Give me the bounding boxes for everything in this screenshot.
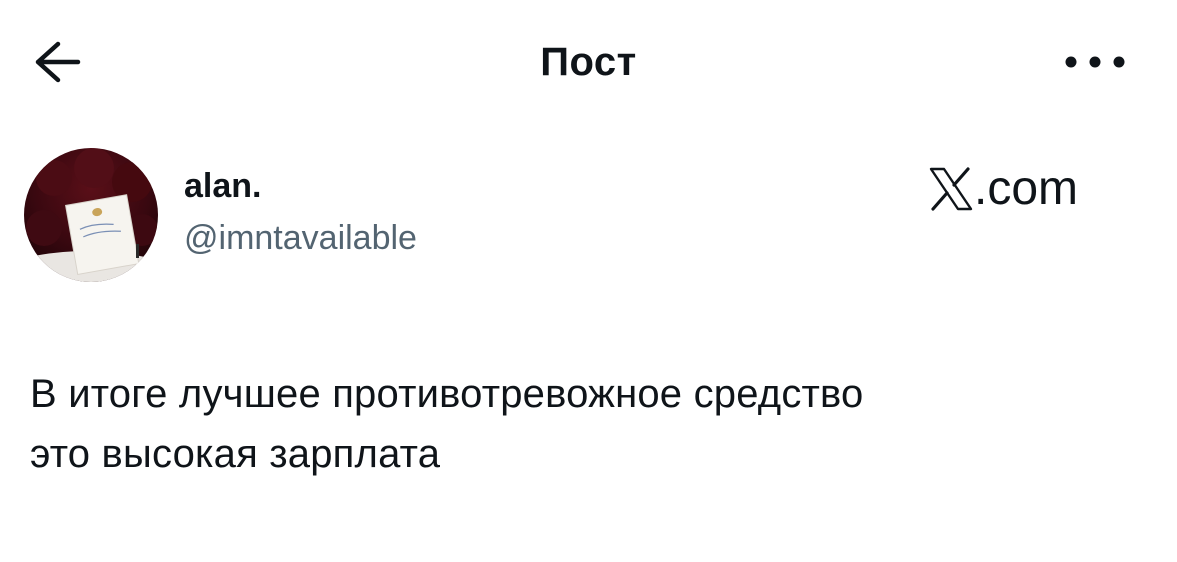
- top-bar: Пост: [0, 0, 1177, 120]
- more-horizontal-icon: [1065, 56, 1125, 68]
- back-button[interactable]: [26, 36, 86, 88]
- more-button[interactable]: [1060, 44, 1130, 80]
- brand-text: .com: [974, 162, 1079, 215]
- display-name[interactable]: alan.: [184, 166, 261, 206]
- arrow-left-icon: [35, 41, 81, 83]
- avatar-photo: [24, 148, 158, 282]
- post-text-line: это высокая зарплата: [30, 432, 441, 476]
- post-text: В итоге лучшее противотревожное средство…: [30, 364, 1150, 484]
- user-handle[interactable]: @imntavailable: [184, 218, 417, 258]
- brand-watermark: .com: [928, 164, 1078, 214]
- page-title: Пост: [540, 40, 637, 84]
- avatar[interactable]: [24, 148, 158, 282]
- post-text-line: В итоге лучшее противотревожное средство: [30, 372, 864, 416]
- x-logo-icon: [929, 167, 973, 211]
